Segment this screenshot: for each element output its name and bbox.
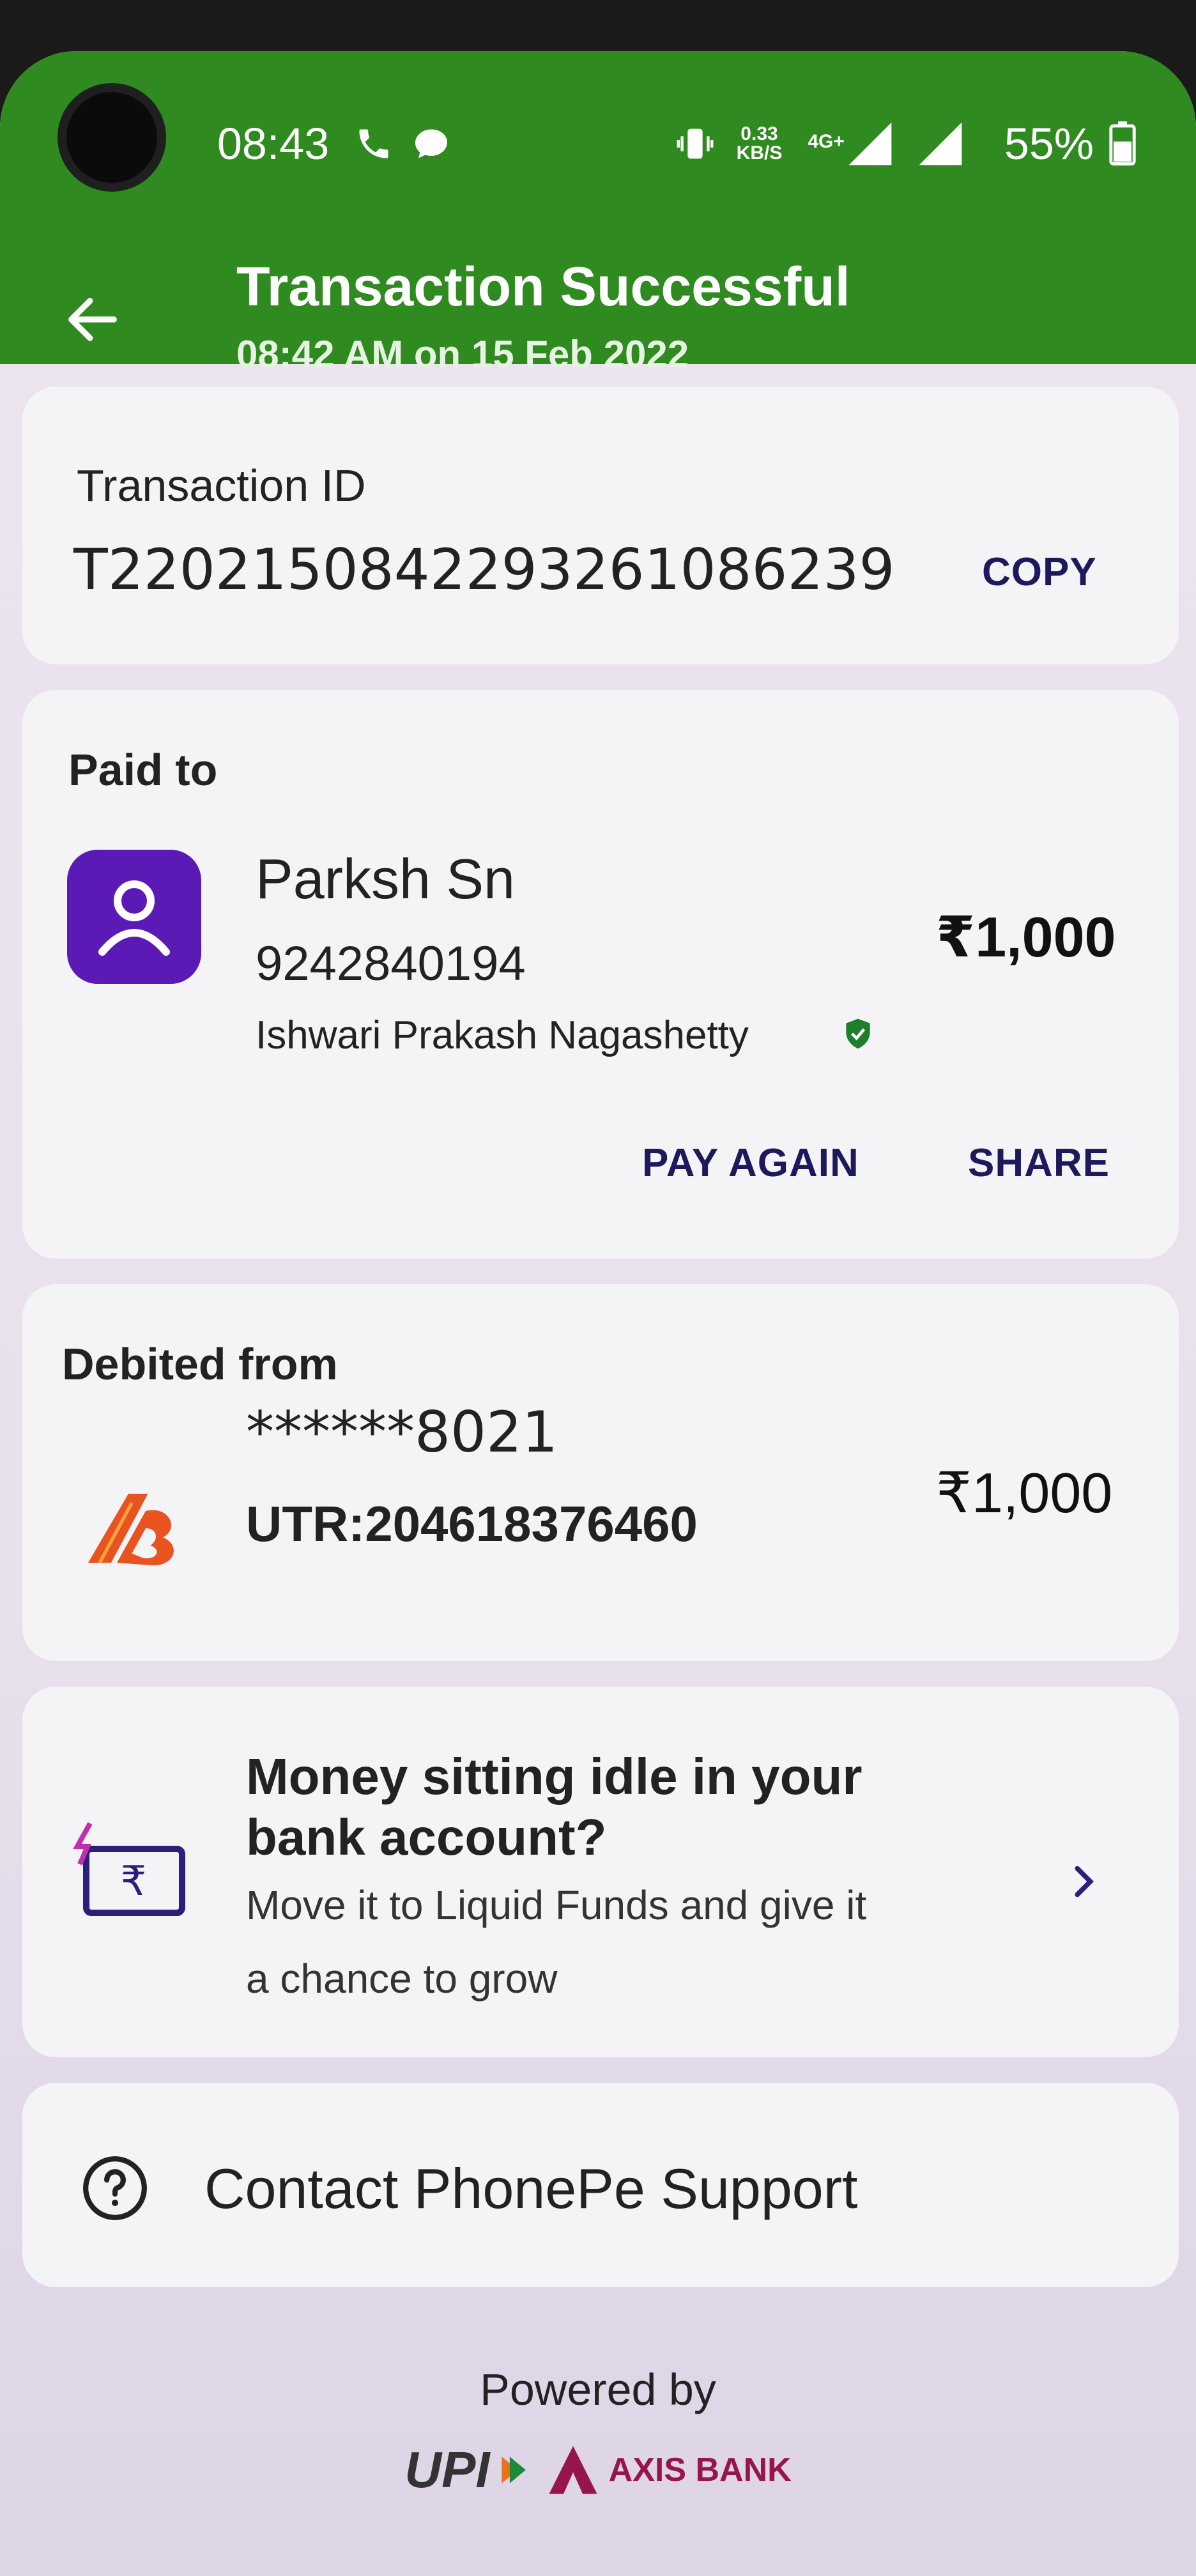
transaction-id-value: T2202150842293261086239 [73, 537, 895, 602]
person-icon [67, 850, 201, 984]
debit-amount: ₹1,000 [936, 1461, 1113, 1524]
help-icon [83, 2156, 147, 2220]
camera-cutout [57, 83, 166, 192]
idle-money-icon: ₹ [73, 1822, 185, 1916]
transaction-id-card: Transaction ID T2202150842293261086239 C… [22, 387, 1179, 664]
signal-icon-2 [915, 118, 966, 169]
battery-icon [1107, 121, 1138, 166]
status-bar: 08:43 0.33 KB/S 4G+ 55% [217, 105, 1158, 182]
share-button[interactable]: SHARE [968, 1140, 1110, 1186]
phone-screen: 08:43 0.33 KB/S 4G+ 55% Transaction Succ… [0, 51, 1196, 2576]
debit-utr: UTR:204618376460 [246, 1496, 698, 1552]
page-title: Transaction Successful [236, 256, 850, 318]
axis-bank-label: AXIS BANK [608, 2451, 792, 2488]
app-header: 08:43 0.33 KB/S 4G+ 55% Transaction Succ… [0, 51, 1196, 376]
payment-partners: UPI AXIS BANK [0, 2441, 1196, 2499]
payee-verified-name: Ishwari Prakash Nagashetty [256, 1013, 749, 1057]
vibrate-icon [673, 121, 717, 166]
net-speed: 0.33 KB/S [737, 125, 783, 163]
phone-call-icon [355, 125, 393, 163]
verified-shield-icon [846, 1018, 870, 1049]
liquid-funds-promo-card[interactable]: ₹ Money sitting idle in your bank accoun… [22, 1687, 1179, 2057]
debited-from-card: Debited from ******8021 UTR:204618376460… [22, 1284, 1179, 1661]
contact-support-label: Contact PhonePe Support [204, 2157, 858, 2220]
promo-title-line2: bank account? [246, 1809, 607, 1866]
payee-phone: 9242840194 [256, 937, 526, 991]
promo-body-line1: Move it to Liquid Funds and give it [246, 1882, 867, 1928]
upi-arrow-icon [501, 2457, 526, 2483]
signal-icon [845, 118, 896, 169]
debited-from-label: Debited from [62, 1339, 338, 1389]
battery-percent: 55% [1004, 119, 1094, 169]
page-subtitle: 08:42 AM on 15 Feb 2022 [236, 333, 689, 376]
paid-to-card: Paid to Parksh Sn 9242840194 Ishwari Pra… [22, 690, 1179, 1259]
svg-text:₹: ₹ [121, 1858, 147, 1905]
network-type: 4G+ [808, 131, 845, 152]
transaction-id-label: Transaction ID [77, 461, 366, 510]
bank-of-baroda-logo [88, 1494, 174, 1566]
net-speed-value: 0.33 [740, 123, 778, 144]
promo-body-line2: a chance to grow [246, 1956, 558, 2002]
upi-logo: UPI [404, 2441, 490, 2498]
debit-account: ******8021 [246, 1399, 558, 1465]
message-icon [412, 125, 450, 163]
pay-again-button[interactable]: PAY AGAIN [642, 1140, 859, 1186]
back-arrow-icon[interactable] [61, 288, 125, 351]
powered-by-text: Powered by [480, 2365, 716, 2414]
paid-to-label: Paid to [68, 745, 218, 795]
axis-bank-logo [549, 2446, 597, 2494]
paid-amount: ₹1,000 [936, 905, 1116, 969]
promo-title-line1: Money sitting idle in your [246, 1748, 862, 1805]
contact-support-card[interactable]: Contact PhonePe Support [22, 2083, 1179, 2287]
payee-name: Parksh Sn [256, 847, 515, 910]
net-speed-unit: KB/S [736, 142, 783, 164]
copy-button[interactable]: COPY [982, 549, 1097, 595]
status-time: 08:43 [217, 119, 330, 169]
chevron-right-icon[interactable] [1061, 1859, 1105, 1904]
